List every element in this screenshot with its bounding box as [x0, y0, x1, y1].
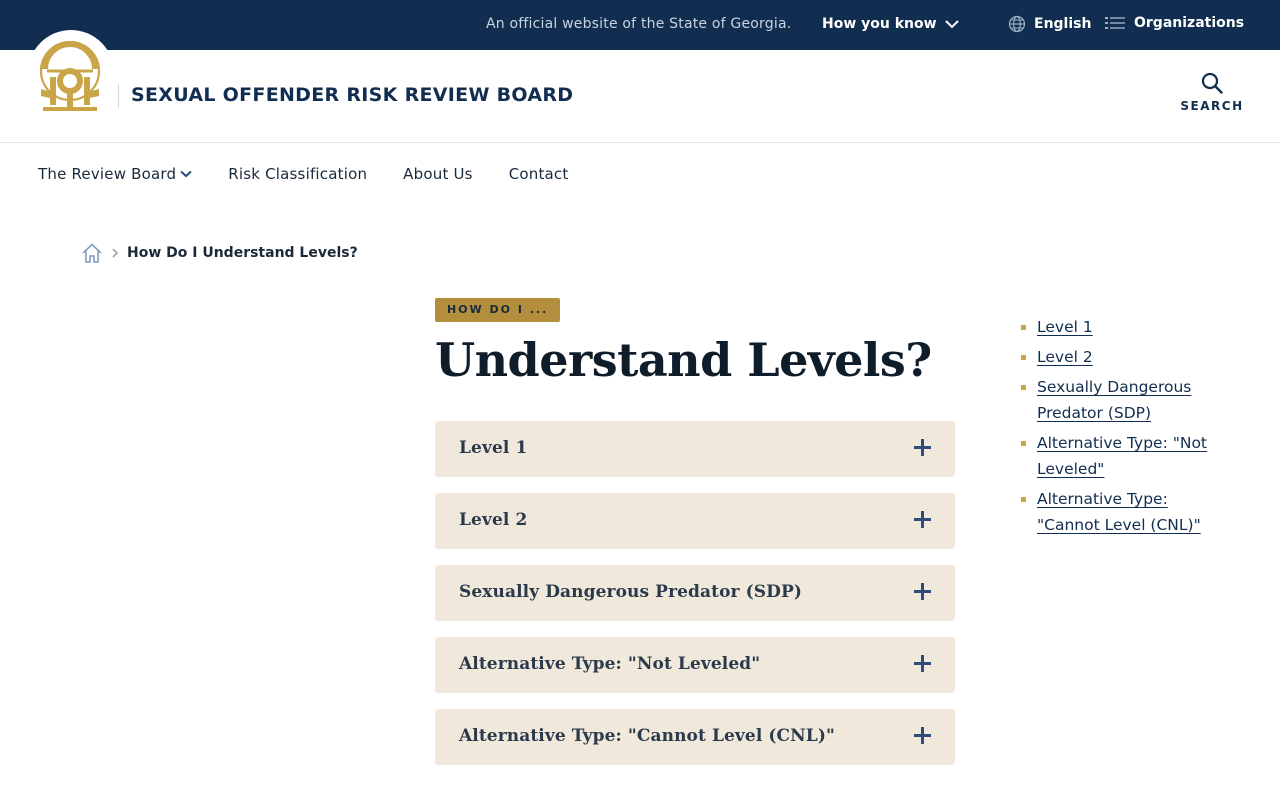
chevron-right-icon: [112, 248, 118, 258]
organizations-link[interactable]: Organizations: [1105, 15, 1244, 31]
list-icon: [1105, 17, 1125, 29]
toc-item: Level 1: [1020, 314, 1210, 340]
nav-item-contact[interactable]: Contact: [509, 165, 569, 183]
table-of-contents: Level 1 Level 2 Sexually Dangerous Preda…: [1020, 314, 1210, 542]
accordion-item-cannot-level[interactable]: Alternative Type: "Cannot Level (CNL)": [435, 709, 955, 765]
page-kicker: HOW DO I ...: [435, 298, 561, 322]
language-selector[interactable]: English: [1008, 15, 1091, 33]
accordion-label: Level 2: [459, 510, 528, 530]
accordion-item-level-2[interactable]: Level 2: [435, 493, 955, 549]
georgia-seal-logo[interactable]: [28, 30, 114, 116]
toc-link-level-2[interactable]: Level 2: [1037, 348, 1093, 366]
search-icon: [1201, 72, 1223, 94]
plus-icon: [913, 510, 933, 530]
how-you-know-toggle[interactable]: How you know: [822, 16, 959, 32]
toc-item: Alternative Type: "Cannot Level (CNL)": [1020, 486, 1210, 538]
accordion-item-level-1[interactable]: Level 1: [435, 421, 955, 477]
breadcrumb-current: How Do I Understand Levels?: [127, 245, 358, 261]
breadcrumb: How Do I Understand Levels?: [81, 242, 358, 264]
toc-link-not-leveled[interactable]: Alternative Type: "Not Leveled": [1037, 434, 1207, 478]
accordion-item-sdp[interactable]: Sexually Dangerous Predator (SDP): [435, 565, 955, 621]
chevron-down-icon: [944, 19, 959, 28]
toc-item: Level 2: [1020, 344, 1210, 370]
home-icon[interactable]: [81, 242, 103, 264]
chevron-down-icon: [180, 170, 192, 178]
globe-icon: [1008, 15, 1026, 33]
plus-icon: [913, 654, 933, 674]
plus-icon: [913, 438, 933, 458]
page-title: Understand Levels?: [435, 333, 932, 387]
search-button[interactable]: SEARCH: [1176, 72, 1248, 124]
official-banner: An official website of the State of Geor…: [0, 0, 1280, 50]
toc-item: Sexually Dangerous Predator (SDP): [1020, 374, 1210, 426]
nav-item-risk-classification[interactable]: Risk Classification: [228, 165, 367, 183]
nav-item-label: Contact: [508, 165, 569, 183]
how-you-know-label: How you know: [822, 16, 937, 32]
search-label: SEARCH: [1180, 99, 1244, 113]
accordion-label: Sexually Dangerous Predator (SDP): [459, 582, 802, 602]
levels-accordion: Level 1 Level 2 Sexually Dangerous Preda…: [435, 421, 955, 781]
nav-item-label: Risk Classification: [228, 165, 368, 183]
toc-link-level-1[interactable]: Level 1: [1037, 318, 1093, 336]
accordion-item-not-leveled[interactable]: Alternative Type: "Not Leveled": [435, 637, 955, 693]
accordion-label: Alternative Type: "Not Leveled": [459, 654, 761, 674]
toc-link-cannot-level[interactable]: Alternative Type: "Cannot Level (CNL)": [1037, 490, 1201, 534]
accordion-label: Level 1: [459, 438, 528, 458]
language-label: English: [1034, 16, 1092, 32]
nav-item-label: About Us: [403, 165, 473, 183]
site-title[interactable]: SEXUAL OFFENDER RISK REVIEW BOARD: [131, 84, 573, 106]
official-site-text: An official website of the State of Geor…: [486, 16, 792, 32]
plus-icon: [913, 726, 933, 746]
organizations-label: Organizations: [1134, 15, 1245, 31]
plus-icon: [913, 582, 933, 602]
primary-nav: The Review Board Risk Classification Abo…: [38, 165, 604, 183]
nav-item-review-board[interactable]: The Review Board: [38, 165, 192, 183]
toc-item: Alternative Type: "Not Leveled": [1020, 430, 1210, 482]
header-divider: [118, 84, 119, 108]
toc-link-sdp[interactable]: Sexually Dangerous Predator (SDP): [1037, 378, 1191, 422]
nav-item-label: The Review Board: [38, 165, 177, 183]
nav-item-about-us[interactable]: About Us: [403, 165, 473, 183]
accordion-label: Alternative Type: "Cannot Level (CNL)": [459, 726, 835, 746]
georgia-seal-icon: [39, 41, 101, 111]
site-header: SEXUAL OFFENDER RISK REVIEW BOARD SEARCH: [0, 30, 1280, 143]
